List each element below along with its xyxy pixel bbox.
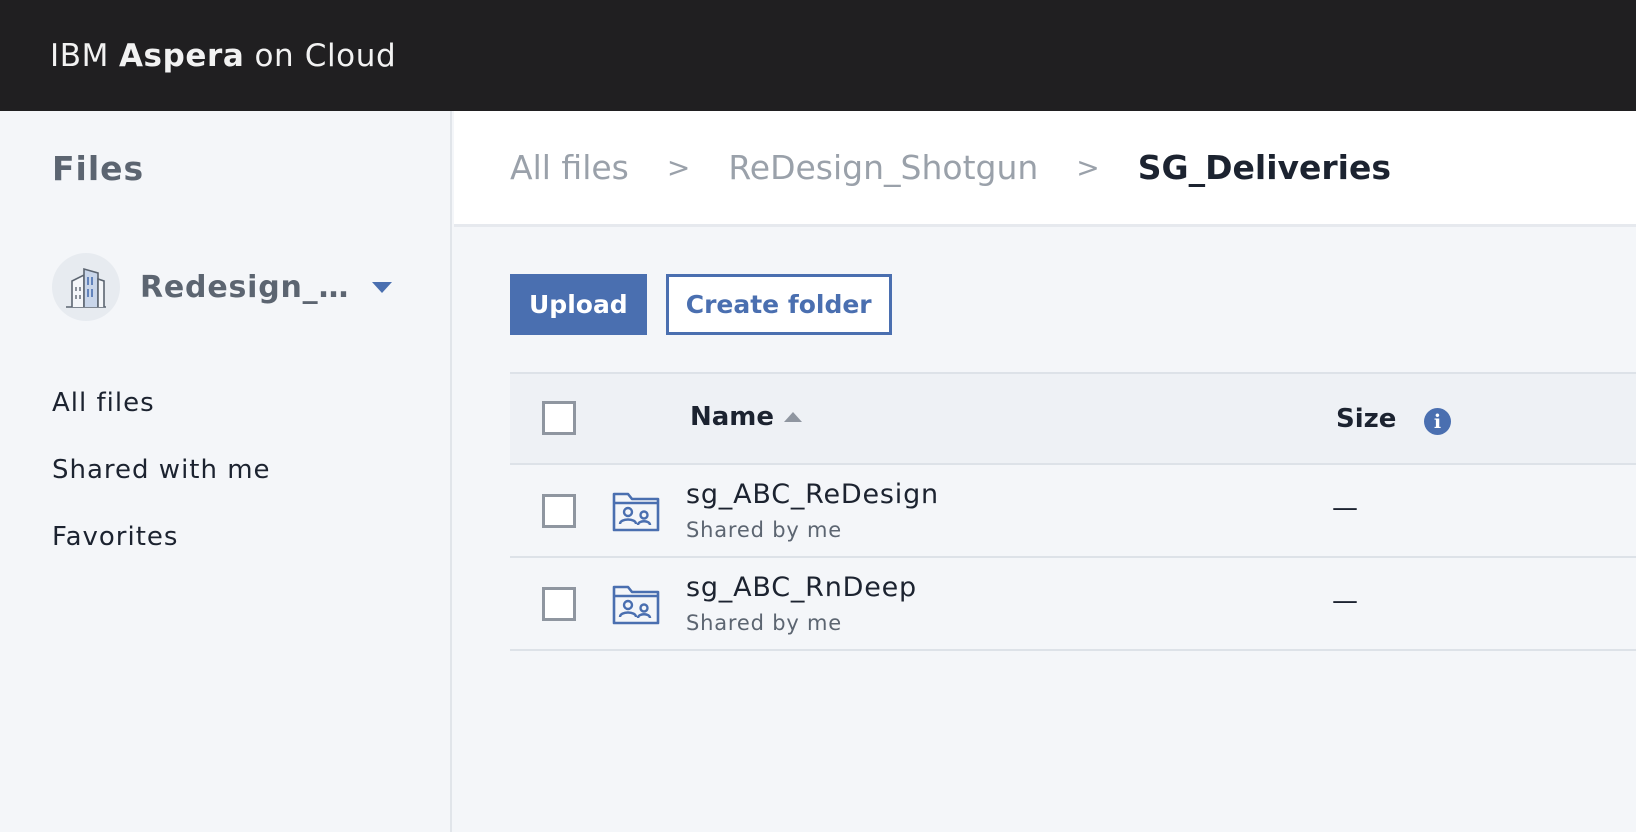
building-icon (66, 267, 106, 308)
size-column-header: Size (1336, 404, 1397, 434)
workspace-selector[interactable]: Redesign_Sh... (52, 252, 392, 322)
breadcrumb-item-all-files[interactable]: All files (510, 148, 629, 187)
sidebar-title: Files (52, 149, 145, 188)
sidebar-nav: All files Shared with me Favorites (52, 383, 271, 584)
name-column-header[interactable]: Name (690, 402, 803, 432)
breadcrumb: All files > ReDesign_Shotgun > SG_Delive… (454, 111, 1636, 227)
workspace-avatar (52, 253, 120, 321)
table-row[interactable]: sg_ABC_ReDesign Shared by me — (510, 465, 1636, 558)
brand-suffix: on Cloud (254, 37, 397, 74)
table-row[interactable]: sg_ABC_RnDeep Shared by me — (510, 558, 1636, 651)
file-size: — (1332, 493, 1358, 523)
table-header: Name Size i (510, 372, 1636, 465)
name-column-label: Name (690, 402, 775, 432)
workspace-name: Redesign_Sh... (140, 269, 362, 305)
upload-button[interactable]: Upload (510, 274, 647, 335)
breadcrumb-current: SG_Deliveries (1137, 148, 1392, 187)
sidebar: Files Redesign_Sh... All files Shared wi… (0, 111, 452, 832)
file-shared-status: Shared by me (686, 518, 843, 542)
file-size: — (1332, 586, 1358, 616)
breadcrumb-separator: > (666, 151, 691, 184)
brand-name: Aspera (118, 37, 245, 74)
file-table: Name Size i sg_ABC_ReDesign Shared by me… (510, 372, 1636, 651)
caret-down-icon[interactable] (372, 281, 392, 293)
main-content: All files > ReDesign_Shotgun > SG_Delive… (454, 111, 1636, 832)
brand-prefix: IBM (50, 37, 109, 74)
file-name[interactable]: sg_ABC_RnDeep (686, 572, 917, 603)
row-checkbox[interactable] (542, 494, 576, 528)
file-shared-status: Shared by me (686, 611, 843, 635)
breadcrumb-separator: > (1076, 151, 1100, 184)
file-name[interactable]: sg_ABC_ReDesign (686, 479, 939, 510)
create-folder-button[interactable]: Create folder (665, 274, 892, 335)
row-checkbox[interactable] (542, 587, 576, 621)
shared-folder-icon (612, 492, 660, 532)
shared-folder-icon (612, 585, 660, 625)
sidebar-item-shared-with-me[interactable]: Shared with me (52, 450, 271, 517)
sidebar-item-all-files[interactable]: All files (52, 383, 271, 450)
select-all-checkbox[interactable] (542, 401, 576, 435)
info-icon[interactable]: i (1424, 408, 1451, 435)
sort-ascending-icon (784, 412, 803, 422)
sidebar-item-favorites[interactable]: Favorites (52, 517, 271, 584)
top-bar: IBM Aspera on Cloud (0, 0, 1636, 111)
breadcrumb-item-redesign-shotgun[interactable]: ReDesign_Shotgun (728, 148, 1038, 187)
toolbar: Upload Create folder (510, 274, 892, 335)
